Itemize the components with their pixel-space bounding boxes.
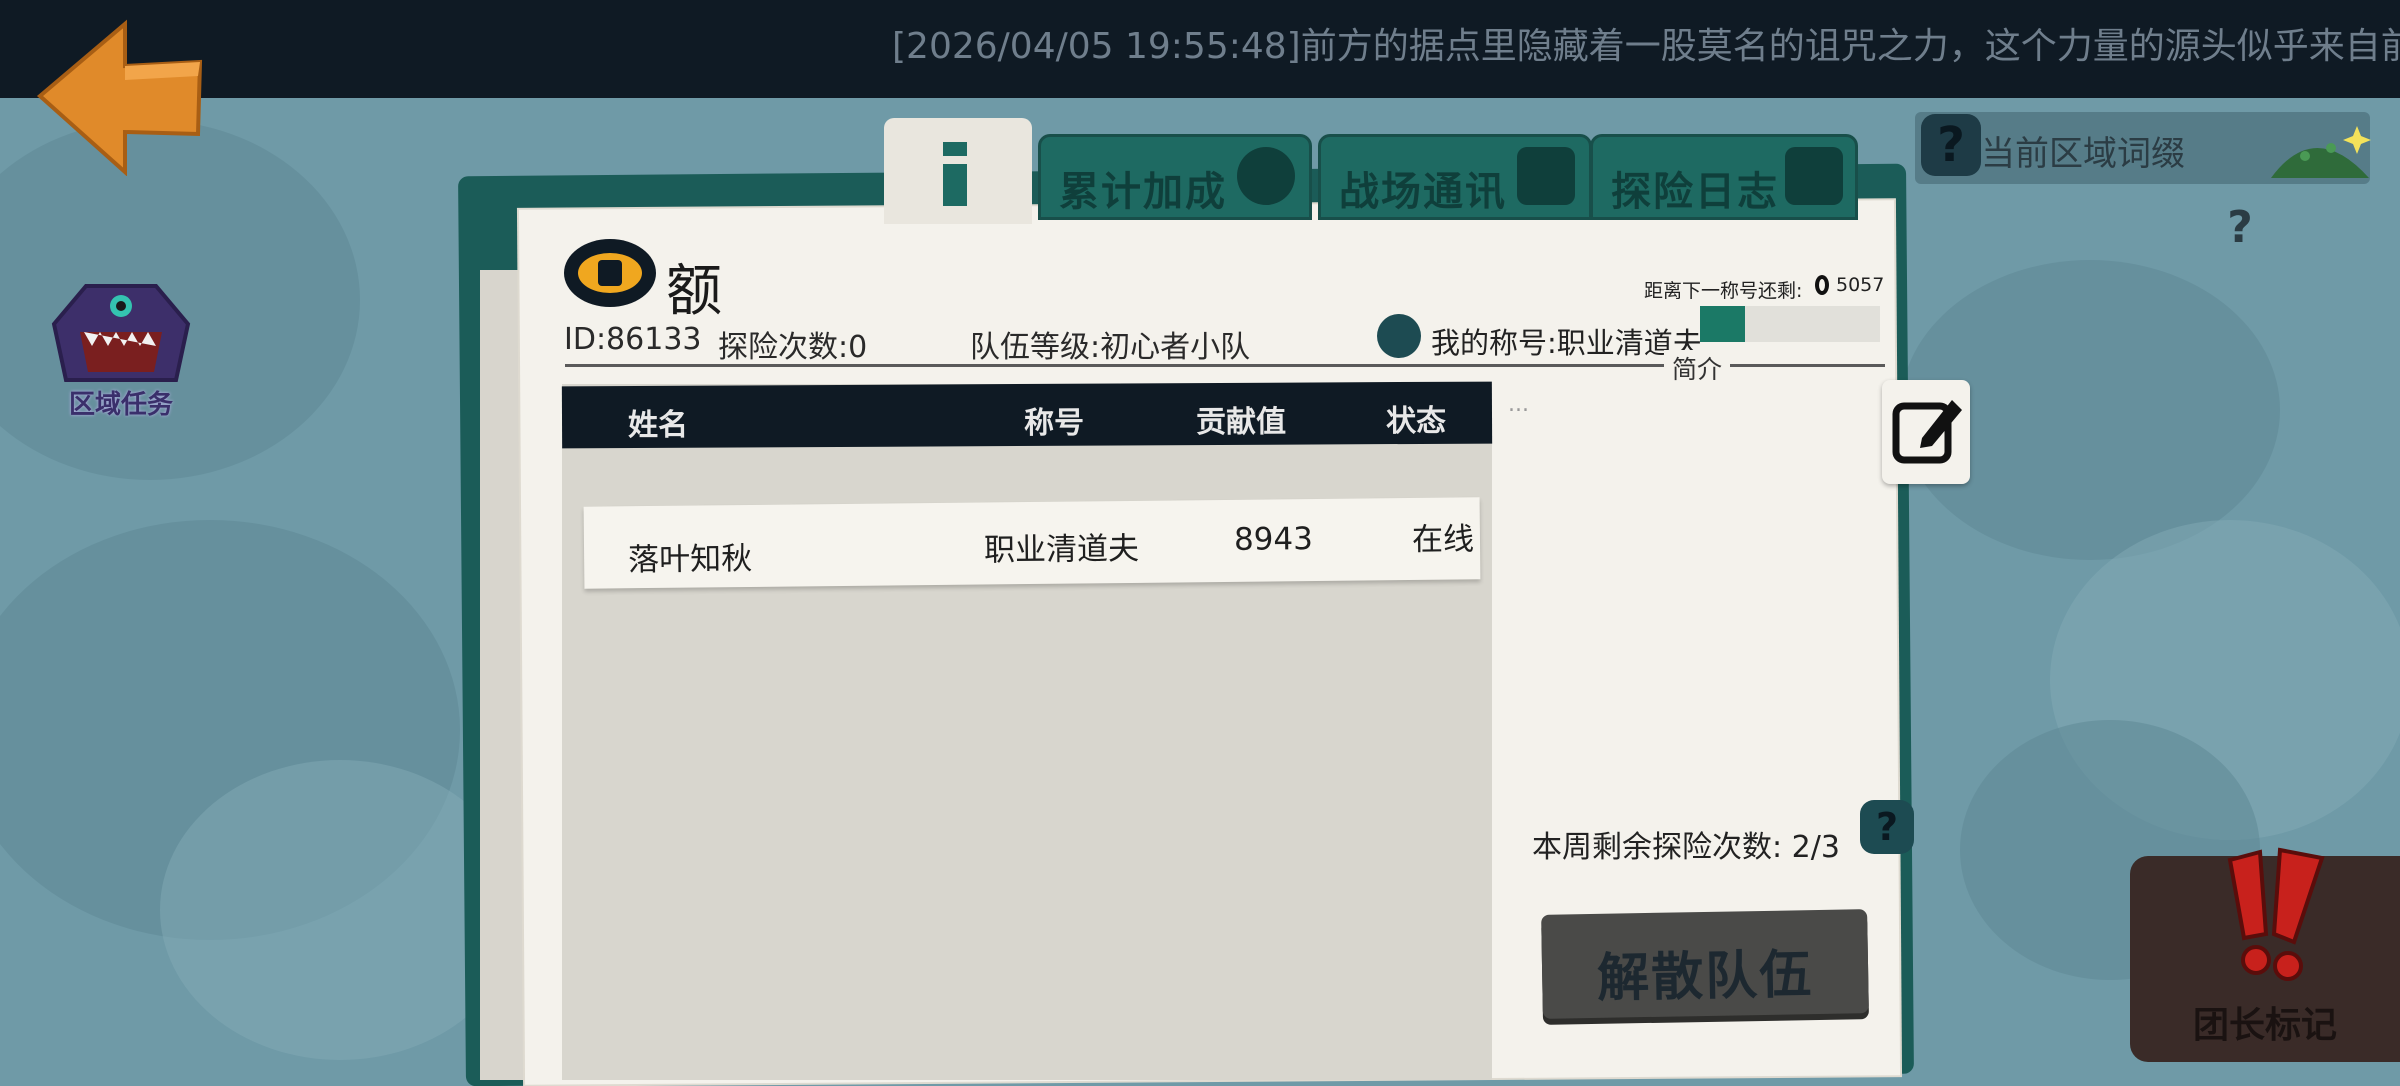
region-quest-label: 区域任务: [68, 390, 173, 420]
column-name: 姓名: [627, 407, 689, 444]
intro-label: 简介: [1664, 350, 1731, 386]
member-table: 姓名 称号 贡献值 状态 落叶知秋 职业清道夫 8943 在线: [561, 381, 1493, 1080]
member-name: 落叶知秋: [627, 540, 753, 579]
title-progress-fill: [1700, 306, 1745, 342]
team-level: 队伍等级:初心者小队: [970, 330, 1251, 365]
member-contribution: 8943: [1233, 521, 1314, 558]
edit-intro-button[interactable]: [1882, 380, 1970, 484]
help-icon[interactable]: ?: [1860, 800, 1914, 854]
exclamation-icon: [2227, 847, 2325, 981]
tab-label: 探险日志: [1611, 169, 1779, 215]
expedition-count: 探险次数:0: [718, 330, 868, 365]
column-status: 状态: [1385, 403, 1447, 440]
disband-label: 解散队伍: [1596, 945, 1814, 1009]
eye-icon: [564, 239, 656, 307]
my-title: 我的称号:职业清道夫: [1431, 326, 1702, 360]
remaining-label: 本周剩余探险次数:: [1532, 830, 1783, 865]
monster-mouth-icon: [51, 284, 191, 382]
tab-cumulative-bonus[interactable]: 累计加成: [1038, 134, 1312, 220]
info-icon: [943, 142, 967, 206]
leader-mark-label: 团长标记: [2192, 1005, 2337, 1046]
team-name: 额: [666, 259, 722, 324]
title-progress-bar: [1700, 306, 1880, 342]
intro-text: ...: [1508, 392, 1529, 417]
tab-info[interactable]: [884, 118, 1032, 224]
column-contribution: 贡献值: [1195, 404, 1287, 441]
tab-expedition-log[interactable]: 探险日志: [1590, 134, 1858, 220]
column-title: 称号: [1023, 405, 1085, 442]
table-row[interactable]: 落叶知秋 职业清道夫 8943 在线: [583, 497, 1481, 589]
coin-icon: [1815, 275, 1829, 295]
table-header: 姓名 称号 贡献值 状态: [561, 381, 1493, 449]
region-affix-label: 当前区域词缀: [1981, 134, 2185, 174]
tab-battlefield-comms[interactable]: 战场通讯: [1318, 134, 1592, 220]
region-affix-bar[interactable]: ? 当前区域词缀: [1915, 112, 2371, 184]
leader-mark-button[interactable]: 团长标记: [2130, 847, 2400, 1062]
next-title-value: 5057: [1836, 274, 1885, 296]
region-quest-button[interactable]: 区域任务: [46, 284, 196, 424]
tab-label: 累计加成: [1059, 169, 1227, 215]
chat-icon: [1517, 147, 1575, 205]
info-icon: [1377, 314, 1421, 358]
announcement-ticker: [2026/04/05 19:55:48]前方的据点里隐藏着一股莫名的诅咒之力，…: [0, 0, 2400, 98]
team-id: ID:86133: [564, 322, 702, 357]
member-title: 职业清道夫: [983, 530, 1140, 569]
next-title-label: 距离下一称号还剩:: [1644, 280, 1803, 302]
edit-icon: [1785, 147, 1843, 205]
help-icon[interactable]: ?: [1921, 114, 1981, 176]
remaining-value: 2/3: [1791, 830, 1840, 865]
remaining-expeditions: 本周剩余探险次数: 2/3: [1532, 822, 1840, 866]
team-intro: ...: [1508, 392, 1878, 792]
skull-icon: [1237, 147, 1295, 205]
tab-label: 战场通讯: [1339, 169, 1507, 215]
help-icon[interactable]: ?: [2218, 202, 2262, 254]
member-status: 在线: [1411, 521, 1475, 559]
back-arrow-icon[interactable]: [30, 16, 205, 177]
mushroom-icon: [2271, 126, 2371, 178]
edit-icon: [1892, 400, 1962, 464]
disband-team-button[interactable]: 解散队伍: [1541, 909, 1869, 1019]
ticker-text: [2026/04/05 19:55:48]前方的据点里隐藏着一股莫名的诅咒之力，…: [892, 26, 2400, 67]
